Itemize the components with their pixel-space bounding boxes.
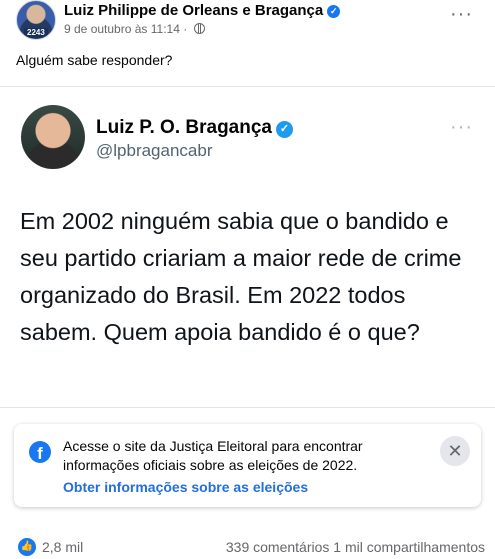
election-info-notice: f Acesse o site da Justiça Eleitoral par… xyxy=(14,424,481,507)
author-name-text[interactable]: Luiz Philippe de Orleans e Bragança xyxy=(64,2,323,19)
election-info-link[interactable]: Obter informações sobre as eleições xyxy=(63,479,308,495)
comments-shares-count[interactable]: 339 comentários 1 mil compartilhamentos xyxy=(226,539,485,555)
post-footer: 👍 2,8 mil 339 comentários 1 mil comparti… xyxy=(0,534,495,559)
post-text: Alguém sabe responder? xyxy=(16,52,173,68)
tweet-verified-icon: ✓ xyxy=(275,121,293,138)
close-notice-button[interactable]: ✕ xyxy=(440,436,470,466)
tweet-author-name: Luiz P. O. Bragança xyxy=(96,117,272,138)
tweet-avatar xyxy=(21,105,85,169)
tweet-more-icon: ··· xyxy=(450,116,473,138)
tweet-author: Luiz P. O. Bragança ✓ xyxy=(96,117,293,139)
notice-text: Acesse o site da Justiça Eleitoral para … xyxy=(63,438,363,473)
post-meta: 9 de outubro às 11:14 · xyxy=(64,22,205,36)
like-reaction-icon[interactable]: 👍 xyxy=(18,538,36,556)
tweet-handle: @lpbragancabr xyxy=(96,141,213,160)
meta-separator: · xyxy=(183,22,188,36)
author-name[interactable]: Luiz Philippe de Orleans e Bragança ✓ xyxy=(64,2,341,19)
post-date[interactable]: 9 de outubro às 11:14 xyxy=(64,22,180,36)
author-avatar[interactable]: 2243 xyxy=(16,0,56,40)
reactions-count[interactable]: 2,8 mil xyxy=(42,539,83,555)
globe-icon xyxy=(193,23,205,34)
tweet-body: Em 2002 ninguém sabia que o bandido e se… xyxy=(20,208,462,345)
post-header: 2243 Luiz Philippe de Orleans e Bragança… xyxy=(0,0,495,44)
more-options-icon[interactable]: ··· xyxy=(450,4,473,24)
embedded-tweet[interactable]: Luiz P. O. Bragança ✓ @lpbragancabr ··· E… xyxy=(0,86,495,408)
verified-badge-icon: ✓ xyxy=(327,5,341,18)
facebook-logo-icon: f xyxy=(29,441,51,463)
avatar-badge: 2243 xyxy=(24,28,48,38)
